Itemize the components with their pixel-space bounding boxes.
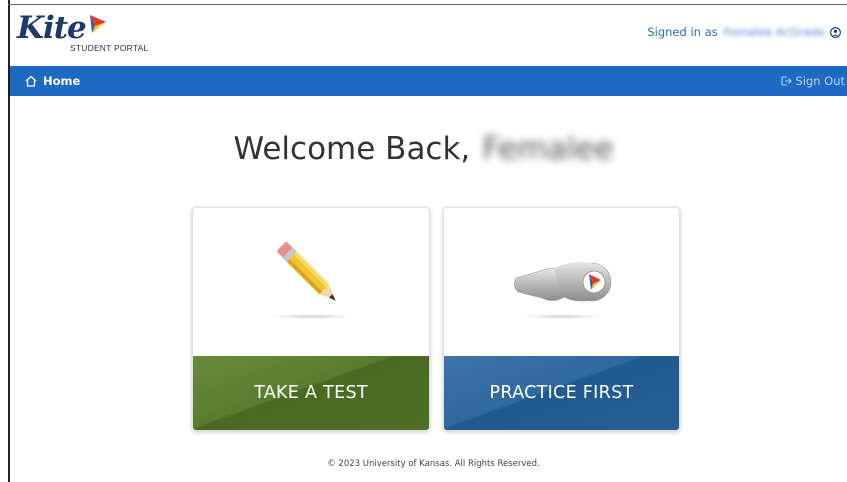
kite-logo[interactable]: Kite STUDENT PORTAL [17, 10, 187, 60]
welcome-heading: Welcome Back, Femalee [0, 131, 847, 167]
welcome-username: Femalee [482, 131, 614, 167]
home-icon [25, 75, 37, 87]
logo-wordmark: Kite [17, 10, 87, 46]
user-circle-icon[interactable] [830, 26, 841, 38]
welcome-text: Welcome Back, [233, 131, 471, 167]
take-a-test-button[interactable]: TAKE A TEST [193, 356, 429, 430]
signed-in-label: Signed in as [647, 25, 718, 39]
sign-out-button[interactable]: Sign Out [780, 66, 845, 96]
practice-first-label: PRACTICE FIRST [489, 383, 634, 403]
sign-out-icon [780, 75, 793, 87]
logo-subtitle: STUDENT PORTAL [70, 43, 149, 53]
nav-home-label: Home [43, 74, 81, 88]
sign-out-label: Sign Out [795, 74, 845, 88]
whistle-icon [514, 261, 612, 302]
nav-home-link[interactable]: Home [25, 66, 80, 96]
page-header: Kite STUDENT PORTAL Signed in as Femalee… [10, 5, 847, 66]
footer-copyright: © 2023 University of Kansas. All Rights … [327, 459, 540, 469]
kite-icon [90, 15, 106, 33]
illustration-shadow [517, 314, 606, 319]
practice-first-button[interactable]: PRACTICE FIRST [444, 356, 679, 430]
signed-in-username: Femalee AcGrade [723, 25, 825, 39]
nav-bar: Home Sign Out [10, 66, 847, 96]
take-a-test-label: TAKE A TEST [254, 383, 368, 403]
take-a-test-card[interactable]: TAKE A TEST [192, 207, 430, 431]
illustration-shadow [267, 314, 355, 319]
pencil-icon [277, 242, 336, 301]
practice-first-illustration [444, 208, 679, 356]
signed-in-status: Signed in as Femalee AcGrade [647, 25, 841, 39]
take-a-test-illustration [193, 208, 429, 356]
practice-first-card[interactable]: PRACTICE FIRST [443, 207, 680, 431]
